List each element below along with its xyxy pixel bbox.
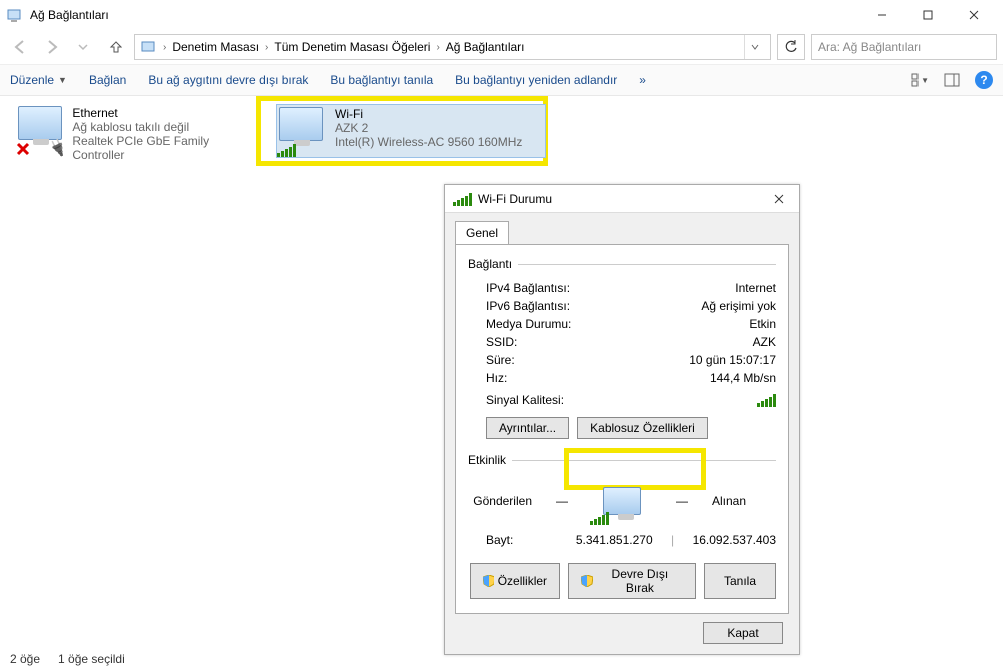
signal-quality-icon <box>757 393 776 407</box>
value-ssid: AZK <box>753 335 776 349</box>
dialog-title: Wi-Fi Durumu <box>478 192 761 206</box>
properties-button[interactable]: Özellikler <box>470 563 560 599</box>
window-controls <box>859 0 997 30</box>
connection-item-ethernet[interactable]: 🔌 Ethernet Ağ kablosu takılı değil Realt… <box>16 104 260 164</box>
toolbar-label: Düzenle <box>10 73 54 87</box>
value-duration: 10 gün 15:07:17 <box>689 353 776 367</box>
ethernet-icon: 🔌 <box>18 106 64 154</box>
value-media: Etkin <box>749 317 776 331</box>
label-ipv6: IPv6 Bağlantısı: <box>486 299 701 313</box>
command-toolbar: Düzenle ▼ Bağlan Bu ağ aygıtını devre dı… <box>0 64 1003 96</box>
address-bar[interactable]: › Denetim Masası › Tüm Denetim Masası Öğ… <box>134 34 771 60</box>
label-media: Medya Durumu: <box>486 317 749 331</box>
search-placeholder: Ara: Ağ Bağlantıları <box>818 40 921 54</box>
value-received-bytes: 16.092.537.403 <box>693 533 776 547</box>
cable-icon: 🔌 <box>47 137 69 159</box>
details-button[interactable]: Ayrıntılar... <box>486 417 569 439</box>
view-options-button[interactable]: ▼ <box>911 71 929 89</box>
rename-button[interactable]: Bu bağlantıyı yeniden adlandır <box>455 73 617 87</box>
connection-status: Ağ kablosu takılı değil <box>72 120 258 134</box>
value-sent-bytes: 5.341.851.270 <box>576 533 653 547</box>
shield-icon <box>581 575 593 587</box>
chevron-right-icon[interactable]: › <box>163 42 166 53</box>
disable-button[interactable]: Devre Dışı Bırak <box>568 563 696 599</box>
address-bar-row: › Denetim Masası › Tüm Denetim Masası Öğ… <box>0 30 1003 64</box>
network-folder-icon <box>6 6 24 24</box>
chevron-right-icon[interactable]: › <box>436 42 439 53</box>
value-ipv4: Internet <box>735 281 776 295</box>
search-input[interactable]: Ara: Ağ Bağlantıları <box>811 34 997 60</box>
value-speed: 144,4 Mb/sn <box>710 371 776 385</box>
label-ipv4: IPv4 Bağlantısı: <box>486 281 735 295</box>
breadcrumb-label: Tüm Denetim Masası Öğeleri <box>274 40 430 54</box>
diagnose-button[interactable]: Bu bağlantıyı tanıla <box>330 73 433 87</box>
status-bar: 2 öğe 1 öğe seçildi <box>0 648 1003 670</box>
group-title-activity: Etkinlik <box>468 453 506 467</box>
label-bytes: Bayt: <box>486 533 576 547</box>
minimize-button[interactable] <box>859 0 905 30</box>
maximize-button[interactable] <box>905 0 951 30</box>
dialog-tabs: Genel <box>455 221 789 244</box>
breadcrumb-label: Ağ Bağlantıları <box>446 40 525 54</box>
status-item-count: 2 öğe <box>10 652 40 666</box>
button-label: Devre Dışı Bırak <box>597 567 683 595</box>
more-commands-button[interactable]: » <box>639 73 646 87</box>
signal-bars-icon <box>453 192 472 206</box>
up-button[interactable] <box>102 34 128 60</box>
refresh-button[interactable] <box>777 34 805 60</box>
tab-pane-general: Bağlantı IPv4 Bağlantısı:Internet IPv6 B… <box>455 244 789 614</box>
activity-icon <box>592 481 652 521</box>
tab-general[interactable]: Genel <box>455 221 509 244</box>
breadcrumb-item[interactable]: Tüm Denetim Masası Öğeleri <box>274 40 430 54</box>
dash-icon: — <box>676 494 688 508</box>
signal-bars-icon <box>277 143 296 157</box>
connection-name: Wi-Fi <box>335 107 522 121</box>
value-ipv6: Ağ erişimi yok <box>701 299 776 313</box>
shield-icon <box>483 575 494 587</box>
chevron-down-icon: ▼ <box>58 75 67 85</box>
label-speed: Hız: <box>486 371 710 385</box>
breadcrumb-label: Denetim Masası <box>172 40 259 54</box>
label-sent: Gönderilen <box>472 494 532 508</box>
wifi-status-dialog: Wi-Fi Durumu Genel Bağlantı IPv4 Bağlant… <box>444 184 800 655</box>
help-button[interactable]: ? <box>975 71 993 89</box>
label-signal-quality: Sinyal Kalitesi: <box>486 393 757 407</box>
recent-locations-button[interactable] <box>70 34 96 60</box>
connect-button[interactable]: Bağlan <box>89 73 126 87</box>
chevron-right-icon[interactable]: › <box>265 42 268 53</box>
dash-icon: — <box>556 494 568 508</box>
dialog-title-bar[interactable]: Wi-Fi Durumu <box>445 185 799 213</box>
connection-adapter: Realtek PCIe GbE Family Controller <box>72 134 258 162</box>
preview-pane-button[interactable] <box>943 71 961 89</box>
chevron-down-icon: ▼ <box>921 76 929 85</box>
group-title-connection: Bağlantı <box>468 257 512 271</box>
network-folder-icon <box>141 39 157 55</box>
window-title: Ağ Bağlantıları <box>30 8 859 22</box>
title-bar: Ağ Bağlantıları <box>0 0 1003 30</box>
wifi-icon <box>279 107 327 155</box>
dialog-close-button[interactable] <box>767 189 791 209</box>
label-duration: Süre: <box>486 353 689 367</box>
wireless-properties-button[interactable]: Kablosuz Özellikleri <box>577 417 708 439</box>
disable-device-button[interactable]: Bu ağ aygıtını devre dışı bırak <box>148 73 308 87</box>
label-received: Alınan <box>712 494 772 508</box>
close-button[interactable] <box>951 0 997 30</box>
connection-name: Ethernet <box>72 106 258 120</box>
label-ssid: SSID: <box>486 335 753 349</box>
connection-item-wifi[interactable]: Wi-Fi AZK 2 Intel(R) Wireless-AC 9560 16… <box>276 104 546 158</box>
breadcrumb-item[interactable]: Denetim Masası <box>172 40 259 54</box>
error-x-icon <box>14 140 32 158</box>
address-history-button[interactable] <box>744 35 764 59</box>
connection-adapter: Intel(R) Wireless-AC 9560 160MHz <box>335 135 522 149</box>
back-button[interactable] <box>6 34 32 60</box>
separator: | <box>653 533 693 547</box>
breadcrumb-item[interactable]: Ağ Bağlantıları <box>446 40 525 54</box>
status-selected-count: 1 öğe seçildi <box>58 652 125 666</box>
button-label: Özellikler <box>498 574 547 588</box>
close-button-2[interactable]: Kapat <box>703 622 783 644</box>
connection-status: AZK 2 <box>335 121 522 135</box>
diagnose-button-2[interactable]: Tanıla <box>704 563 776 599</box>
forward-button[interactable] <box>38 34 64 60</box>
organize-menu[interactable]: Düzenle ▼ <box>10 73 67 87</box>
